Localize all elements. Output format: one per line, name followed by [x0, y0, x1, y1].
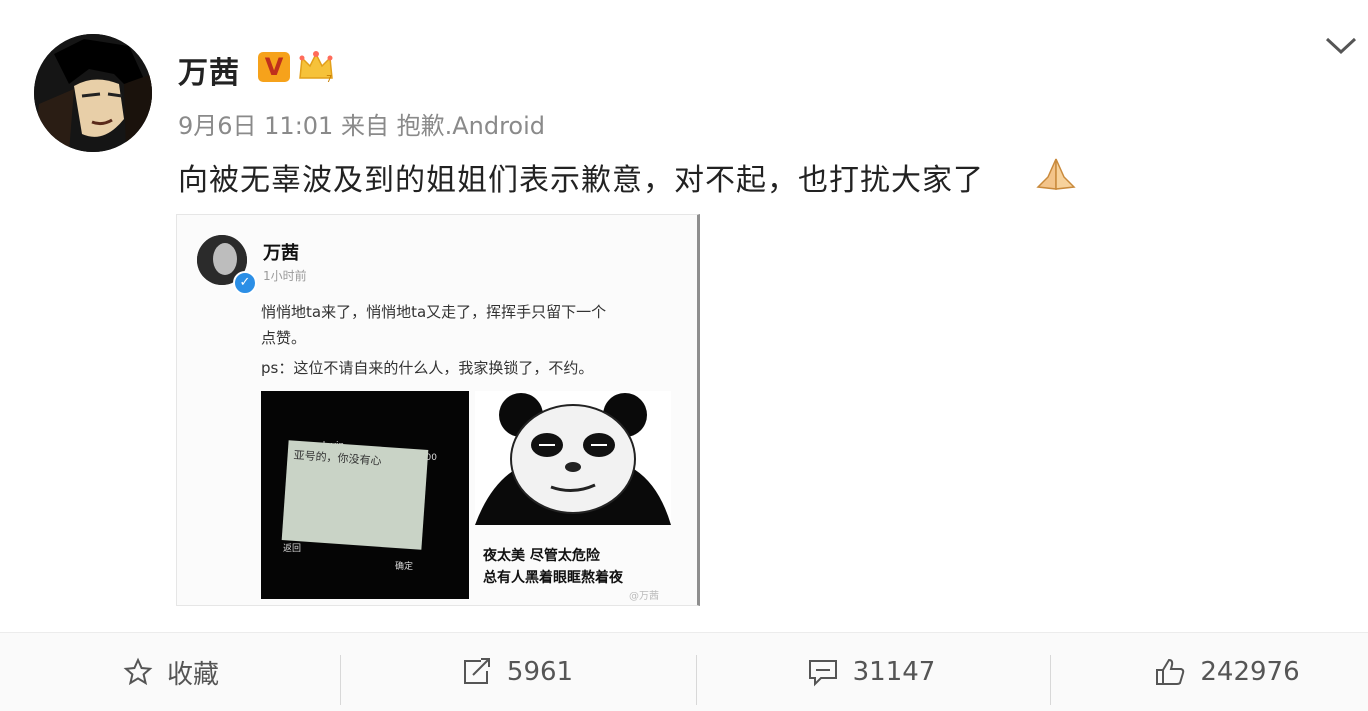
embedded-author: 万茜	[263, 243, 299, 264]
comment-button[interactable]: 31147	[700, 633, 1042, 711]
praying-hands-icon	[1036, 158, 1076, 190]
author-avatar[interactable]	[34, 34, 152, 152]
thumbs-up-icon	[1156, 658, 1185, 685]
divider	[696, 655, 697, 705]
meme-caption: 夜太美 尽管太危险	[483, 548, 600, 564]
phone-right-label: 确定	[395, 562, 414, 572]
author-name[interactable]: 万茜	[178, 48, 240, 92]
embedded-time: 1小时前	[263, 269, 307, 283]
favorite-label: 收藏	[166, 659, 219, 690]
embedded-text-line: 点赞。	[261, 329, 307, 347]
repost-icon	[463, 658, 490, 684]
repost-count: 5961	[506, 657, 574, 687]
like-button[interactable]: 242976	[1056, 633, 1368, 711]
divider	[1050, 655, 1051, 705]
phone-left-label: 返回	[283, 544, 302, 554]
embedded-text-line: ps：这位不请自来的什么人，我家换锁了，不约。	[261, 359, 594, 377]
meme-caption: 总有人黑着眼眶熬着夜	[483, 570, 623, 586]
svg-text:7: 7	[326, 74, 332, 84]
vip-badge-icon: V	[258, 52, 290, 82]
watermark: @万茜	[629, 591, 659, 602]
phone-photo: playin 1/900 亚号的，你没有心 返回 确定	[261, 391, 469, 599]
embedded-screenshot[interactable]: ✓ 万茜 1小时前 悄悄地ta来了，悄悄地ta又走了，挥挥手只留下一个 点赞。 …	[176, 214, 700, 606]
crown-icon: 7	[299, 51, 333, 84]
post-meta: 9月6日 11:01 来自 抱歉.Android	[178, 112, 546, 140]
favorite-button[interactable]: 收藏	[0, 633, 342, 711]
embedded-text-line: 悄悄地ta来了，悄悄地ta又走了，挥挥手只留下一个	[261, 303, 607, 321]
panda-meme-image	[475, 391, 671, 525]
chevron-down-icon[interactable]	[1324, 36, 1358, 56]
phone-text-box: 亚号的，你没有心	[281, 440, 429, 550]
star-icon	[123, 657, 153, 686]
divider	[340, 655, 341, 705]
comment-count: 31147	[852, 657, 936, 687]
comment-icon	[808, 660, 837, 687]
phone-text: 亚号的，你没有心	[293, 448, 382, 468]
repost-button[interactable]: 5961	[346, 633, 688, 711]
post-content: 向被无辜波及到的姐姐们表示歉意，对不起，也打扰大家了	[178, 163, 984, 198]
verified-icon: ✓	[233, 271, 257, 295]
like-count: 242976	[1200, 657, 1300, 687]
weibo-post: 万茜 V 7 9月6日 11:01 来自 抱歉.Android 向被无辜波及到的…	[0, 0, 1368, 632]
action-bar: 收藏 5961 31147 242976	[0, 632, 1368, 711]
